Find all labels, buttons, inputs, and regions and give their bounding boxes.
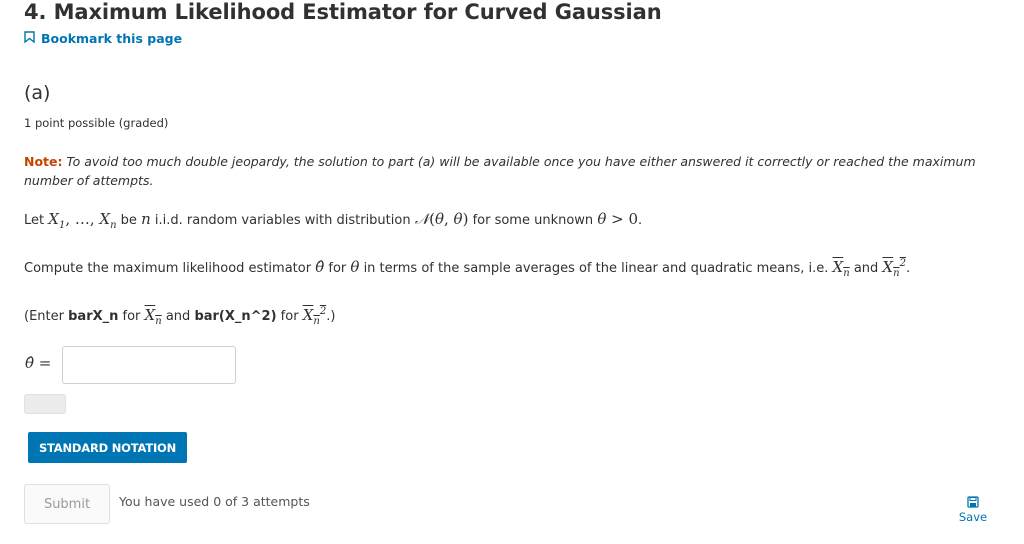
note-body: To avoid too much double jeopardy, the s… [24, 154, 976, 188]
note-label: Note: [24, 154, 63, 169]
save-button[interactable]: Save [956, 496, 990, 524]
problem-statement-2: Compute the maximum likelihood estimator… [24, 258, 911, 279]
bookmark-label: Bookmark this page [41, 31, 183, 46]
answer-input[interactable] [62, 346, 236, 384]
problem-statement-1: Let X1, …, Xn be n i.i.d. random variabl… [24, 210, 643, 231]
bookmark-icon [24, 31, 35, 46]
attempts-status: You have used 0 of 3 attempts [119, 494, 310, 509]
save-icon [956, 496, 990, 508]
submit-button[interactable]: Submit [24, 484, 110, 524]
answer-label: θ̂ = [25, 354, 52, 372]
points-info: 1 point possible (graded) [24, 116, 169, 130]
note-text: Note: To avoid too much double jeopardy,… [24, 152, 1004, 190]
answer-preview [24, 394, 66, 414]
save-label: Save [958, 510, 988, 524]
standard-notation-button[interactable]: STANDARD NOTATION [28, 432, 187, 463]
page-title: 4. Maximum Likelihood Estimator for Curv… [24, 0, 662, 24]
bookmark-link[interactable]: Bookmark this page [24, 31, 182, 46]
enter-instructions: (Enter barX_n for Xn and bar(X_n^2) for … [24, 306, 336, 327]
part-heading: (a) [24, 82, 51, 104]
